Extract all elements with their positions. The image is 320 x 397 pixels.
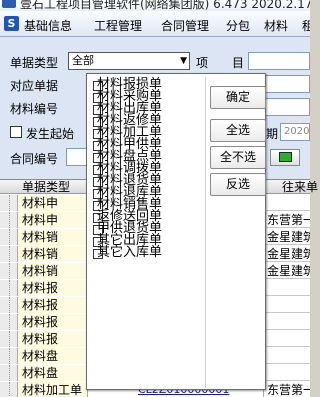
row-indicator xyxy=(0,212,18,228)
contract-search-button[interactable] xyxy=(270,149,300,166)
menu-subcontract[interactable]: 分包 xyxy=(226,17,250,34)
cell-doc-type: 材料销 xyxy=(18,246,88,262)
project-label: 项 xyxy=(196,56,209,70)
row-indicator xyxy=(0,365,18,381)
row-indicator xyxy=(0,246,18,262)
row-indicator xyxy=(0,280,18,296)
cell-doc-type: 材料销 xyxy=(18,229,88,245)
invert-selection-button[interactable]: 反选 xyxy=(210,173,266,196)
row-indicator xyxy=(0,348,18,364)
panel-divider xyxy=(205,77,206,388)
cell-party: 金星建筑 xyxy=(267,247,310,261)
cell-doc-type: 材料报 xyxy=(18,331,88,347)
material-no-label: 材料编号 xyxy=(10,102,59,116)
doc-type-value: 全部 xyxy=(72,54,94,67)
deselect-all-button[interactable]: 全不选 xyxy=(210,146,266,169)
row-indicator xyxy=(0,382,18,397)
menu-lease[interactable]: 租 xyxy=(302,17,310,34)
doc-type-label: 单据类型 xyxy=(10,56,59,70)
menu-bar: S 基础信息 工程管理 合同管理 分包 材料 租 xyxy=(0,11,310,37)
cell-party xyxy=(264,314,310,330)
cell-party: 金星建筑 xyxy=(267,264,310,278)
select-all-button[interactable]: 全选 xyxy=(210,119,266,142)
cell-party xyxy=(264,365,310,381)
col-party-header[interactable]: 往来单 xyxy=(282,180,318,194)
menu-basic-info[interactable]: 基础信息 xyxy=(24,17,72,34)
contract-no-input[interactable] xyxy=(66,148,88,166)
cell-doc-type: 材料报 xyxy=(18,297,88,313)
cell-doc-type: 材料销 xyxy=(18,263,88,279)
contract-no-label: 合同编号 xyxy=(10,152,59,166)
row-indicator xyxy=(0,331,18,347)
row-indicator xyxy=(0,195,18,211)
app-icon xyxy=(2,0,16,8)
title-bar: 壹石工程项目管理软件(网络集团版) 6.473 2020.2.17 xyxy=(0,0,310,11)
cell-party xyxy=(264,297,310,313)
menu-contract-mgmt[interactable]: 合同管理 xyxy=(161,17,209,34)
doc-type-checklist: 材料报损单 材料采购单 材料出库单 材料返修单 材料加工单 材料甲供单 材料盘点单 材料调拨单… xyxy=(91,78,203,260)
col-doc-type-header[interactable]: 单据类型 xyxy=(22,180,70,194)
cell-doc-type: 材料报 xyxy=(18,314,88,330)
hand-icon xyxy=(279,152,292,162)
doc-type-option[interactable]: 其它入库单 xyxy=(91,245,203,260)
period-label: 期 xyxy=(266,127,279,141)
related-doc-input[interactable] xyxy=(264,75,310,93)
cell-party: 金星建筑 xyxy=(267,230,310,244)
occur-date-label: 发生起始 xyxy=(26,127,75,141)
option-label: 其它入库单 xyxy=(97,245,163,260)
menu-material[interactable]: 材料 xyxy=(264,17,288,34)
row-indicator xyxy=(0,297,18,313)
cell-doc-type: 材料申 xyxy=(18,195,88,211)
cell-doc-type: 材料报 xyxy=(18,280,88,296)
cell-party xyxy=(264,331,310,347)
project-label-2: 目 xyxy=(232,56,245,70)
cell-party: 东营第一 xyxy=(267,213,310,227)
ok-button[interactable]: 确定 xyxy=(210,86,266,109)
cell-doc-type: 材料盘 xyxy=(18,348,88,364)
cell-party xyxy=(264,280,310,296)
cell-party xyxy=(264,195,310,211)
menu-project-mgmt[interactable]: 工程管理 xyxy=(94,17,142,34)
row-indicator xyxy=(0,229,18,245)
cell-doc-type: 材料加工单 xyxy=(18,382,88,397)
cell-doc-type: 材料申 xyxy=(18,212,88,228)
window-title: 壹石工程项目管理软件(网络集团版) 6.473 2020.2.17 xyxy=(20,0,310,11)
related-doc-label: 对应单据 xyxy=(10,79,59,93)
doc-type-select[interactable]: 全部 ▼ xyxy=(68,52,190,70)
occur-date-checkbox[interactable] xyxy=(10,126,22,138)
cell-doc-type: 材料盘 xyxy=(18,365,88,381)
date-input[interactable]: 2020- xyxy=(280,123,310,141)
row-indicator xyxy=(0,314,18,330)
material-no-input[interactable] xyxy=(264,98,310,116)
cell-party xyxy=(264,348,310,364)
cell-party: 东营第一 xyxy=(267,383,310,397)
app-logo-icon: S xyxy=(4,16,19,31)
row-indicator xyxy=(0,263,18,279)
doc-type-dropdown-panel: 材料报损单 材料采购单 材料出库单 材料返修单 材料加工单 材料甲供单 材料盘点单 材料调拨单… xyxy=(86,73,266,390)
project-input[interactable] xyxy=(248,52,310,70)
chevron-down-icon[interactable]: ▼ xyxy=(180,53,187,69)
